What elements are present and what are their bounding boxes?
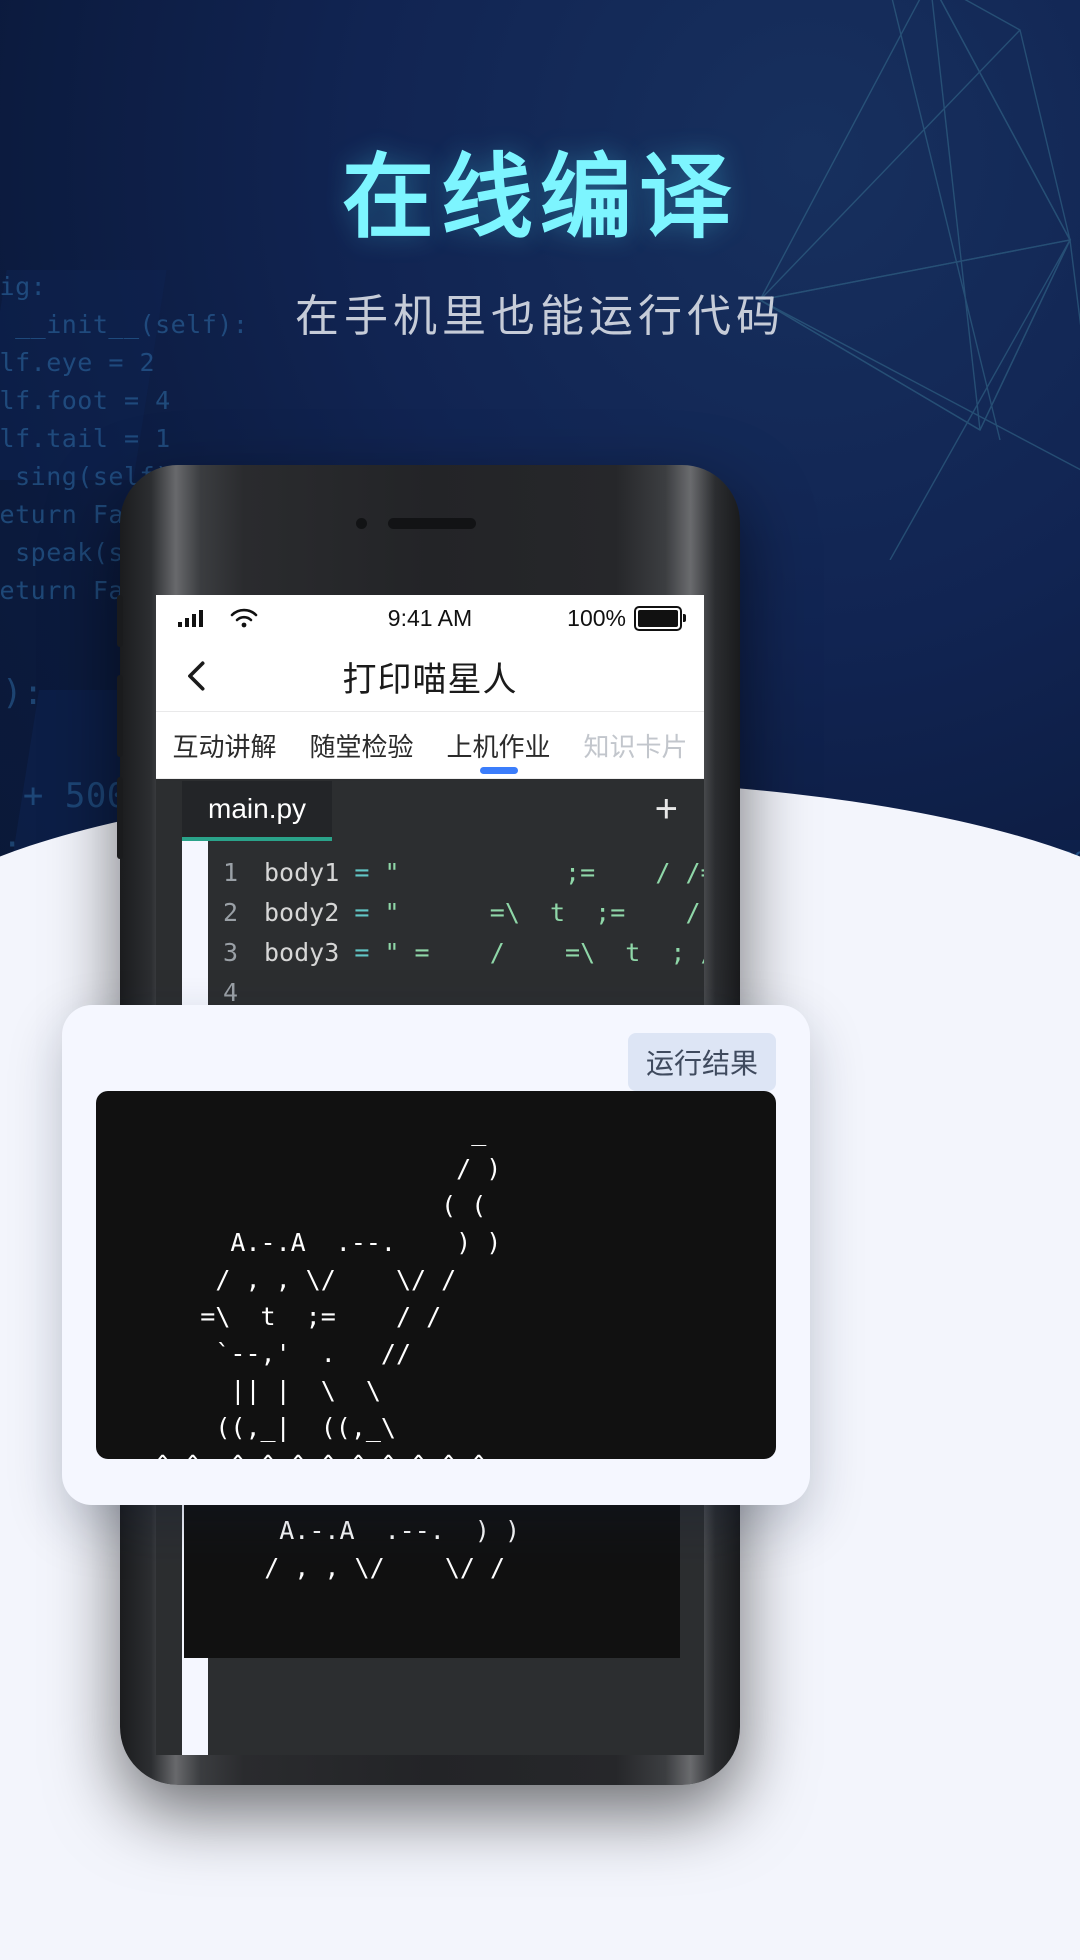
code-line: 1body1 = " ;= / /=\ t" [182,853,704,893]
phone-volume-up-button[interactable] [117,675,123,757]
tab-lab-assignment[interactable]: 上机作业 [430,712,567,778]
status-badge: 运行结果 [627,1033,776,1091]
console-output-behind-text: A.-.A .--. ) ) / , , \/ \/ / [264,1516,521,1582]
code-text: body3 = " = / =\ t ; /" [264,938,704,967]
code-text: body1 = " ;= / /=\ t" [264,858,704,887]
page-subtitle: 在手机里也能运行代码 [295,291,785,341]
tab-label: 知识卡片 [583,731,688,762]
nav-bar: 打印喵星人 [156,641,704,712]
file-tab-main-py[interactable]: main.py [182,781,333,841]
battery-percent-label: 100% [567,604,626,631]
code-line: 2body2 = " =\ t ;= / /" [182,893,704,933]
status-bar: 9:41 AM 100% [156,595,704,641]
tab-interactive-lecture[interactable]: 互动讲解 [156,712,293,778]
tab-label: 上机作业 [446,731,551,762]
phone-mute-button[interactable] [117,595,123,647]
tab-label: 随堂检验 [309,731,414,762]
phone-volume-down-button[interactable] [117,777,123,859]
phone-speaker [388,518,476,529]
nav-title: 打印喵星人 [342,660,518,699]
code-text: body2 = " =\ t ;= / /" [264,898,701,927]
tab-label: 互动讲解 [172,731,277,762]
run-result-card: 运行结果 _ / ) ( ( A.-.A .--. ) ) / , , \/ \… [62,1005,810,1505]
plus-icon[interactable]: + [655,789,678,829]
chevron-left-icon[interactable] [180,659,214,693]
code-line: 3 body3 = " = / =\ t ; /" [182,933,704,973]
tab-indicator [479,767,518,774]
phone-camera-icon [356,518,367,529]
tab-knowledge-cards[interactable]: 知识卡片 [567,712,704,778]
page-title: 在线编译 [341,147,738,249]
console-output-text: _ / ) ( ( A.-.A .--. ) ) / , , \/ \/ / =… [140,1117,502,1459]
tab-bar: 互动讲解 随堂检验 上机作业 知识卡片 [156,712,704,779]
hero-text-block: 在线编译 在手机里也能运行代码 [0,146,1080,344]
tab-quiz[interactable]: 随堂检验 [293,712,430,778]
console-output-behind: A.-.A .--. ) ) / , , \/ \/ / [184,1498,680,1658]
file-tab-bar: main.py + [182,779,704,841]
battery-full-icon [634,605,686,631]
console-output-panel: _ / ) ( ( A.-.A .--. ) ) / , , \/ \/ / =… [96,1091,776,1459]
status-bar-right: 100% [567,604,686,632]
